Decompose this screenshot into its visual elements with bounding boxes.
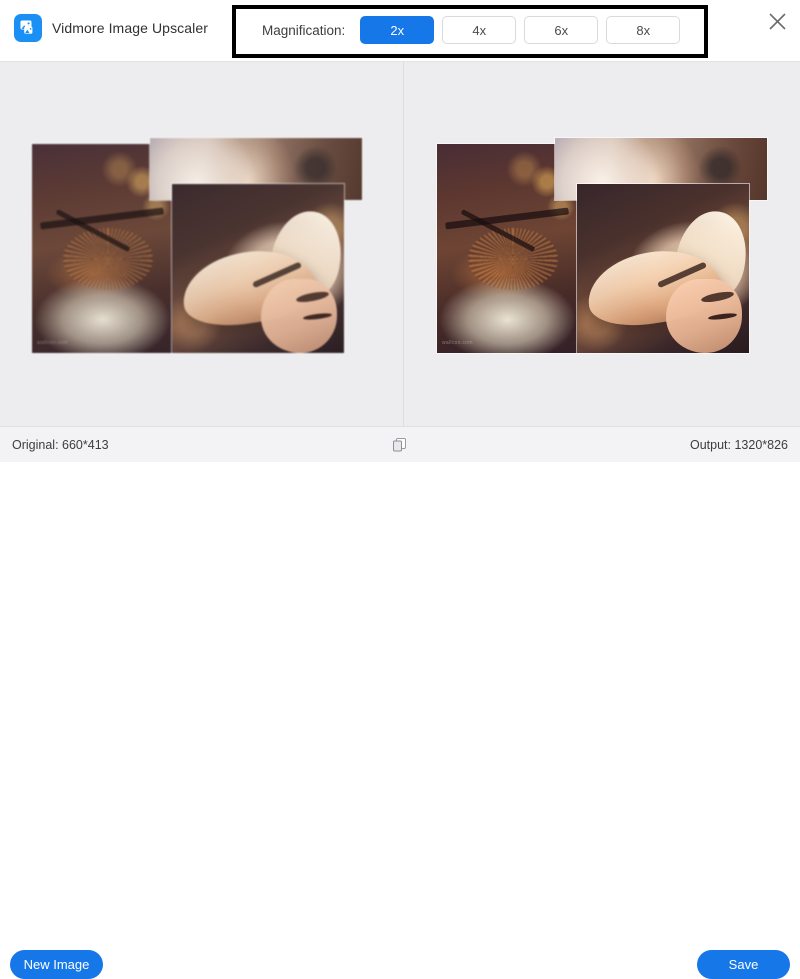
status-bar: Original: 660*413 Output: 1320*826: [0, 426, 800, 462]
bottom-action-bar: New Image Save: [0, 462, 800, 979]
output-size-label: Output: 1320*826: [690, 438, 788, 452]
magnification-option-8x[interactable]: 8x: [606, 16, 681, 44]
original-preview-pane[interactable]: wallcoo.com: [0, 62, 403, 426]
magnification-control: Magnification: 2x 4x 6x 8x: [262, 16, 688, 44]
app-brand: Vidmore Image Upscaler: [14, 14, 208, 42]
image-upscaler-window: Vidmore Image Upscaler Magnification: 2x…: [0, 0, 800, 979]
close-icon[interactable]: [762, 6, 792, 36]
photo-layer-woman-hat: [577, 184, 753, 353]
upscaled-image: wallcoo.com: [437, 138, 767, 353]
original-image: wallcoo.com: [32, 138, 362, 353]
magnification-option-4x[interactable]: 4x: [442, 16, 517, 44]
compare-overlay-icon[interactable]: [389, 434, 411, 456]
original-size-label: Original: 660*413: [12, 438, 109, 452]
photo-watermark: wallcoo.com: [37, 340, 68, 346]
magnification-option-2x[interactable]: 2x: [360, 16, 435, 44]
app-title: Vidmore Image Upscaler: [52, 20, 209, 36]
magnification-label: Magnification:: [262, 22, 346, 38]
photo-layer-woman-hat: [172, 184, 348, 353]
save-button[interactable]: Save: [697, 950, 790, 979]
app-header: Vidmore Image Upscaler Magnification: 2x…: [0, 0, 800, 62]
new-image-button[interactable]: New Image: [10, 950, 103, 979]
image-upscaler-logo-icon: [14, 14, 42, 42]
preview-area: wallcoo.com wallcoo.com: [0, 62, 800, 426]
magnification-option-6x[interactable]: 6x: [524, 16, 599, 44]
photo-watermark: wallcoo.com: [442, 340, 473, 346]
upscaled-preview-pane[interactable]: wallcoo.com: [404, 62, 800, 426]
